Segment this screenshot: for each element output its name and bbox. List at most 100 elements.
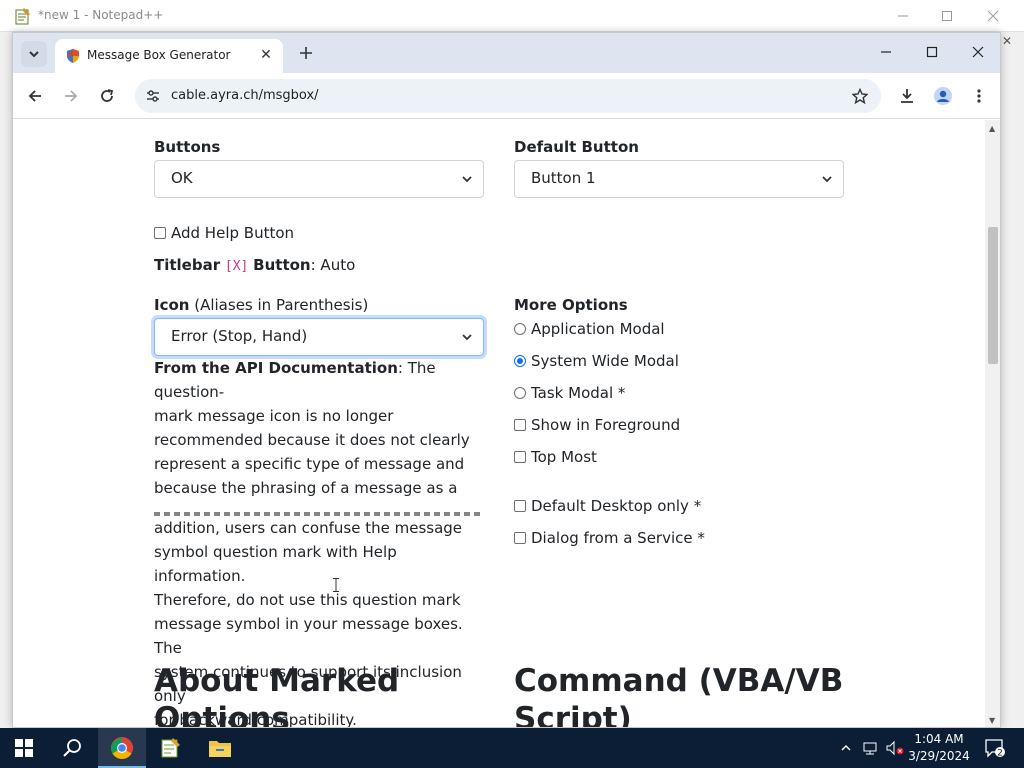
page-scrollbar[interactable]: ▲ ▼ bbox=[985, 120, 1000, 727]
checkbox[interactable] bbox=[514, 451, 526, 463]
heading-line: About Marked bbox=[154, 663, 400, 699]
downloads-button[interactable] bbox=[893, 82, 921, 110]
chevron-down-icon bbox=[462, 334, 472, 341]
default-button-select-value: Button 1 bbox=[531, 169, 596, 187]
api-doc-line: recommended because it does not clearly bbox=[154, 431, 470, 449]
search-button[interactable] bbox=[48, 728, 96, 768]
profile-button[interactable] bbox=[929, 82, 957, 110]
default-button-select[interactable]: Button 1 bbox=[514, 160, 844, 198]
add-help-checkbox-row[interactable]: Add Help Button bbox=[154, 224, 294, 242]
api-doc-line: Therefore, do not use this question mark bbox=[154, 591, 461, 609]
checkbox[interactable] bbox=[514, 419, 526, 431]
maximize-icon bbox=[942, 11, 952, 21]
radio-label: Application Modal bbox=[531, 320, 665, 338]
tab-strip: Message Box Generator ✕ bbox=[13, 33, 1000, 73]
api-doc-line: represent a specific type of message and bbox=[154, 455, 465, 473]
notepad-close-button[interactable] bbox=[970, 4, 1016, 28]
scroll-down-icon[interactable]: ▼ bbox=[989, 716, 995, 725]
tray-chevron-up[interactable] bbox=[836, 728, 856, 768]
checkbox-default-desktop-only[interactable]: Default Desktop only * bbox=[514, 497, 701, 515]
titlebar-value: : Auto bbox=[310, 256, 356, 274]
page-viewport: Buttons OK Default Button Button 1 Add H… bbox=[13, 120, 1000, 727]
tray-network[interactable] bbox=[860, 728, 882, 768]
buttons-select[interactable]: OK bbox=[154, 160, 484, 198]
menu-button[interactable] bbox=[965, 82, 993, 110]
windows-logo-icon bbox=[15, 739, 33, 757]
address-bar[interactable]: cable.ayra.ch/msgbox/ bbox=[135, 79, 881, 113]
icon-select[interactable]: Error (Stop, Hand) bbox=[154, 318, 484, 356]
notepad-minimize-button[interactable] bbox=[880, 4, 926, 28]
url-text: cable.ayra.ch/msgbox/ bbox=[171, 88, 319, 103]
tab-message-box-generator[interactable]: Message Box Generator ✕ bbox=[55, 39, 283, 73]
about-marked-options-heading: About Marked Options bbox=[154, 662, 400, 727]
checkbox-dialog-from-service[interactable]: Dialog from a Service * bbox=[514, 529, 705, 547]
close-icon bbox=[972, 46, 984, 58]
new-tab-button[interactable] bbox=[295, 42, 317, 64]
api-doc-paragraph-top: From the API Documentation: The question… bbox=[154, 356, 489, 500]
notepad-titlebar[interactable]: *new 1 - Notepad++ bbox=[0, 0, 1024, 32]
radio-task-modal[interactable]: Task Modal * bbox=[514, 384, 625, 402]
shield-favicon-icon bbox=[67, 49, 79, 63]
checkbox-show-in-foreground[interactable]: Show in Foreground bbox=[514, 416, 680, 434]
back-button[interactable] bbox=[21, 82, 49, 110]
chrome-window: Message Box Generator ✕ cable.ayra.ch/ms… bbox=[12, 32, 1001, 728]
notepad-title: *new 1 - Notepad++ bbox=[38, 8, 164, 22]
api-doc-line: mark message icon is no longer bbox=[154, 407, 394, 425]
action-center-button[interactable]: 2 bbox=[978, 728, 1012, 768]
tab-title: Message Box Generator bbox=[87, 48, 231, 62]
api-doc-heading: From the API Documentation bbox=[154, 359, 398, 377]
radio-application-modal[interactable]: Application Modal bbox=[514, 320, 665, 338]
bookmark-button[interactable] bbox=[849, 85, 871, 107]
checkbox-label: Dialog from a Service * bbox=[531, 529, 705, 547]
radio-system-wide-modal[interactable]: System Wide Modal bbox=[514, 352, 679, 370]
checkbox-label: Top Most bbox=[531, 448, 597, 466]
chrome-icon bbox=[111, 737, 133, 759]
reload-button[interactable] bbox=[93, 82, 121, 110]
notepad-right-edge bbox=[1000, 32, 1024, 728]
clock-time: 1:04 AM bbox=[914, 732, 964, 746]
site-info-button[interactable] bbox=[143, 86, 163, 106]
chrome-maximize-button[interactable] bbox=[909, 33, 955, 71]
default-button-label: Default Button bbox=[514, 138, 639, 156]
taskbar-notepadpp[interactable] bbox=[146, 728, 194, 768]
plus-icon bbox=[300, 47, 312, 59]
minimize-icon bbox=[881, 51, 891, 53]
buttons-label: Buttons bbox=[154, 138, 221, 156]
api-doc-line: because the phrasing of a message as a bbox=[154, 479, 458, 497]
chrome-minimize-button[interactable] bbox=[863, 33, 909, 71]
avatar-icon bbox=[934, 87, 952, 105]
maximize-icon bbox=[926, 46, 938, 58]
checkbox[interactable] bbox=[514, 500, 526, 512]
radio-button[interactable] bbox=[514, 387, 526, 399]
taskbar-file-explorer[interactable] bbox=[196, 728, 244, 768]
api-doc-line: symbol question mark with Help informati… bbox=[154, 543, 397, 585]
scroll-thumb[interactable] bbox=[988, 227, 998, 364]
notepad-doc-close-icon[interactable]: ✕ bbox=[1002, 34, 1012, 48]
chevron-down-icon bbox=[29, 51, 39, 58]
start-button[interactable] bbox=[0, 728, 48, 768]
taskbar-clock[interactable]: 1:04 AM 3/29/2024 bbox=[903, 731, 975, 765]
chrome-close-button[interactable] bbox=[955, 33, 1000, 71]
radio-button-selected[interactable] bbox=[514, 355, 526, 367]
forward-button[interactable] bbox=[57, 82, 85, 110]
checkbox[interactable] bbox=[514, 532, 526, 544]
reload-icon bbox=[101, 89, 114, 102]
clock-date: 3/29/2024 bbox=[908, 749, 970, 763]
tab-search-button[interactable] bbox=[21, 41, 47, 67]
tab-close-icon[interactable]: ✕ bbox=[257, 46, 275, 64]
radio-label: Task Modal * bbox=[531, 384, 626, 402]
command-heading: Command (VBA/VB Script) bbox=[514, 662, 843, 727]
scroll-up-icon[interactable]: ▲ bbox=[989, 124, 995, 133]
api-doc-line: addition, users can confuse the message bbox=[154, 519, 463, 537]
titlebar-code: [X] bbox=[224, 259, 249, 274]
titlebar-button-line: Titlebar [X] Button: Auto bbox=[154, 256, 355, 274]
browser-toolbar: cable.ayra.ch/msgbox/ bbox=[13, 73, 1000, 119]
taskbar-chrome[interactable] bbox=[98, 728, 146, 768]
api-doc-line: message symbol in your message boxes. Th… bbox=[154, 615, 463, 657]
close-icon bbox=[987, 10, 999, 22]
add-help-checkbox[interactable] bbox=[154, 227, 166, 239]
radio-button[interactable] bbox=[514, 323, 526, 335]
checkbox-top-most[interactable]: Top Most bbox=[514, 448, 597, 466]
icon-label-row: Icon (Aliases in Parenthesis) bbox=[154, 296, 368, 314]
notepad-maximize-button[interactable] bbox=[924, 4, 970, 28]
